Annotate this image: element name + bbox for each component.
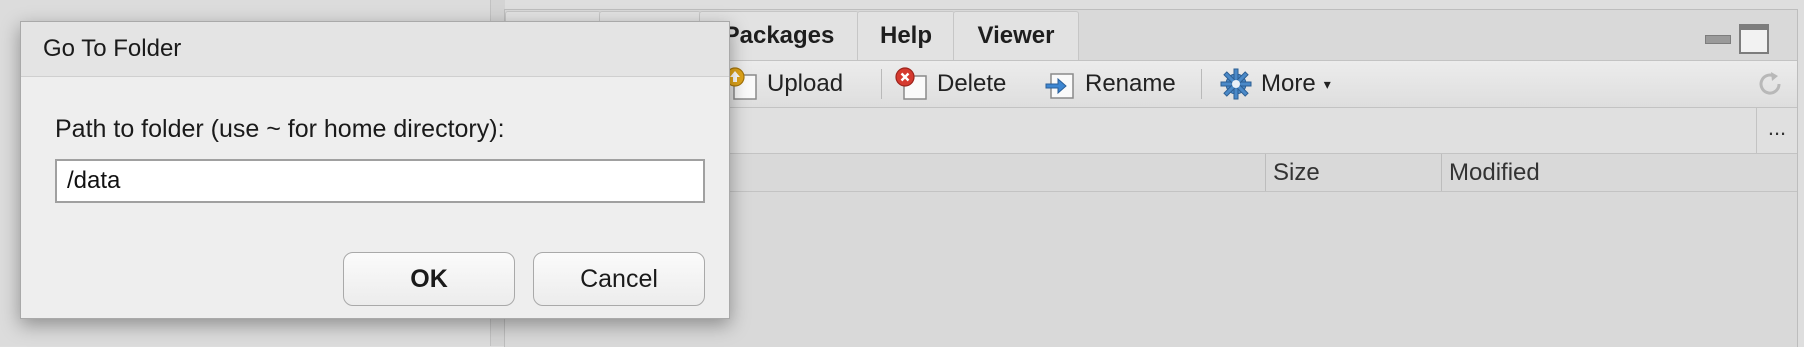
ok-button[interactable]: OK [343, 252, 515, 306]
more-label: More [1261, 70, 1316, 97]
go-to-directory-button[interactable]: ... [1756, 108, 1797, 153]
column-modified-header[interactable]: Modified [1443, 154, 1540, 191]
delete-icon [895, 67, 927, 100]
tab-help[interactable]: Help [857, 11, 955, 60]
path-field-label: Path to folder (use ~ for home directory… [55, 115, 505, 143]
gear-icon [1220, 68, 1252, 100]
column-divider [1441, 154, 1442, 191]
delete-label: Delete [937, 70, 1007, 97]
column-divider [1265, 154, 1266, 191]
cancel-button[interactable]: Cancel [533, 252, 705, 306]
more-menu-button[interactable]: More ▾ [1219, 61, 1331, 107]
toolbar-divider [1201, 69, 1202, 99]
upload-icon [725, 67, 757, 100]
dialog-body: Path to folder (use ~ for home directory… [21, 77, 729, 318]
dropdown-caret-icon: ▾ [1323, 75, 1331, 92]
dialog-title: Go To Folder [21, 22, 729, 77]
maximize-pane-icon[interactable] [1739, 24, 1769, 54]
column-size-header[interactable]: Size [1267, 154, 1320, 191]
tab-viewer[interactable]: Viewer [953, 11, 1079, 60]
minimize-pane-icon[interactable] [1705, 24, 1731, 46]
toolbar-divider [881, 69, 882, 99]
upload-label: Upload [767, 70, 844, 97]
upload-button[interactable]: Upload [725, 61, 843, 107]
go-to-folder-dialog: Go To Folder Path to folder (use ~ for h… [20, 21, 730, 319]
folder-path-input[interactable] [55, 159, 705, 203]
delete-button[interactable]: Delete [895, 61, 1006, 107]
rename-button[interactable]: Rename [1043, 61, 1176, 107]
refresh-icon[interactable] [1755, 69, 1785, 99]
rename-label: Rename [1085, 70, 1176, 97]
rename-icon [1045, 73, 1074, 99]
